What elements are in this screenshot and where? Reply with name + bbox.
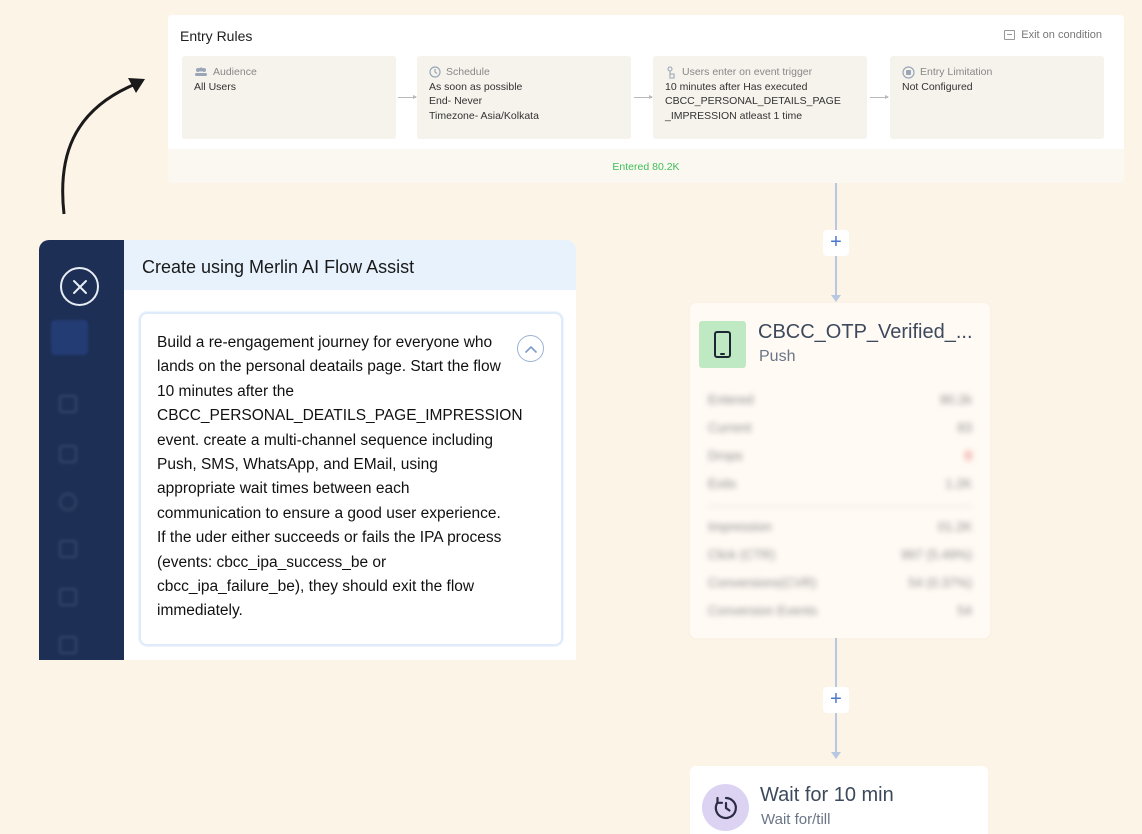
push-node-stats: Entered 80.2k Current 83 Drops 0 Exits 1.2K … [690,378,990,645]
schedule-head: Schedule [446,66,490,78]
stat-label: Current [708,420,752,435]
close-icon [72,279,87,294]
rule-arrow [634,95,653,99]
entry-limitation-value: Not Configured [902,80,973,93]
schedule-line: As soon as possible [429,80,523,93]
sidebar-active-item [51,320,88,355]
event-trigger-card[interactable]: Users enter on event trigger 10 minutes … [653,56,867,139]
sidebar-icon [59,588,77,606]
event-trigger-line: CBCC_PERSONAL_DETAILS_PAGE [665,95,841,107]
stat-value: 83 [957,420,972,435]
stat-row: Exits 1.2K [708,476,972,504]
stat-label: Exits [708,476,737,491]
sidebar-icon [59,445,77,463]
metric-label: Click (CTR) [708,547,776,562]
connector-line [835,713,837,753]
stat-value: 1.2K [945,476,972,491]
push-node-subtitle: Push [759,348,796,365]
connector-arrowhead [831,295,841,302]
prompt-text[interactable]: Build a re-engagement journey for everyo… [157,331,523,624]
metric-value: 54 [957,603,972,618]
metric-row: Click (CTR) 997 (5.49%) [708,547,972,575]
prompt-input[interactable]: Build a re-engagement journey for everyo… [139,312,563,646]
push-node-title: CBCC_OTP_Verified_... [758,321,973,343]
phone-icon [714,331,731,358]
connector-arrowhead [831,752,841,759]
entered-count: Entered 80.2K [612,161,680,173]
stat-value: 80.2k [940,392,972,407]
add-step-button[interactable]: + [823,687,849,713]
metric-label: Conversion Events [708,603,818,618]
entry-rules-header: Entry Rules Exit on condition Audience A… [168,15,1124,149]
stop-icon [902,66,915,79]
users-icon [195,67,207,77]
wait-icon-box [702,784,749,831]
metric-row: Impression 01.2K [708,519,972,547]
sidebar-icon [59,493,77,511]
timer-icon [714,796,737,819]
metric-value: 01.2K [938,519,972,534]
wait-node[interactable]: Wait for 10 min Wait for/till [690,766,988,834]
app-sidebar [39,240,124,660]
stat-row: Current 83 [708,420,972,448]
exit-on-condition-label: Exit on condition [1021,29,1102,41]
merlin-title: Create using Merlin AI Flow Assist [142,257,415,277]
entry-rules-title: Entry Rules [180,28,253,44]
wait-node-title: Wait for 10 min [760,784,894,806]
wait-node-subtitle: Wait for/till [761,811,831,828]
collapse-button[interactable] [517,335,544,362]
connector-line [835,638,837,688]
push-node[interactable]: CBCC_OTP_Verified_... Push Entered 80.2k … [690,303,990,638]
exit-on-condition-link[interactable]: Exit on condition [1004,29,1102,41]
touch-icon [667,66,675,79]
stat-row: Drops 0 [708,448,972,476]
rule-arrow [870,95,889,99]
metric-label: Conversions(CVR) [708,575,817,590]
exit-icon [1004,30,1016,40]
event-trigger-line: 10 minutes after Has executed [665,80,808,93]
clock-icon [429,66,441,78]
audience-value: All Users [194,80,237,93]
audience-head: Audience [213,66,257,78]
event-trigger-head: Users enter on event trigger [682,66,813,78]
metric-row: Conversion Events 54 [708,603,972,631]
chevron-up-icon [524,345,537,353]
stat-label: Drops [708,448,743,463]
merlin-panel: Create using Merlin AI Flow Assist Build… [124,240,576,660]
sidebar-icon [59,395,77,413]
metric-value: 997 (5.49%) [901,547,972,562]
stat-value: 0 [964,448,972,463]
metric-value: 54 (0.37%) [908,575,972,590]
stat-divider [708,506,972,507]
merlin-header: Create using Merlin AI Flow Assist [124,240,576,290]
stat-row: Entered 80.2k [708,392,972,420]
metric-row: Conversions(CVR) 54 (0.37%) [708,575,972,603]
add-step-button[interactable]: + [823,230,849,256]
push-icon-box [699,321,746,368]
event-trigger-line: _IMPRESSION atleast 1 time [665,109,803,122]
merlin-dialog: Create using Merlin AI Flow Assist Build… [39,240,576,660]
audience-card[interactable]: Audience All Users [182,56,396,139]
connector-line [835,256,837,296]
entry-limitation-card[interactable]: Entry Limitation Not Configured [890,56,1104,139]
schedule-card[interactable]: Schedule As soon as possible End- Never … [417,56,631,139]
entry-limitation-head: Entry Limitation [920,66,993,78]
rule-arrow [398,95,417,99]
entry-rules-panel[interactable]: Entry Rules Exit on condition Audience A… [168,15,1124,183]
schedule-line: Timezone- Asia/Kolkata [429,109,539,122]
metric-label: Impression [708,519,772,534]
sidebar-icon [59,540,77,558]
schedule-line: End- Never [429,95,483,107]
close-button[interactable] [60,267,99,306]
stat-label: Entered [708,392,754,407]
connector-line [835,183,837,231]
sidebar-icon [59,636,77,654]
